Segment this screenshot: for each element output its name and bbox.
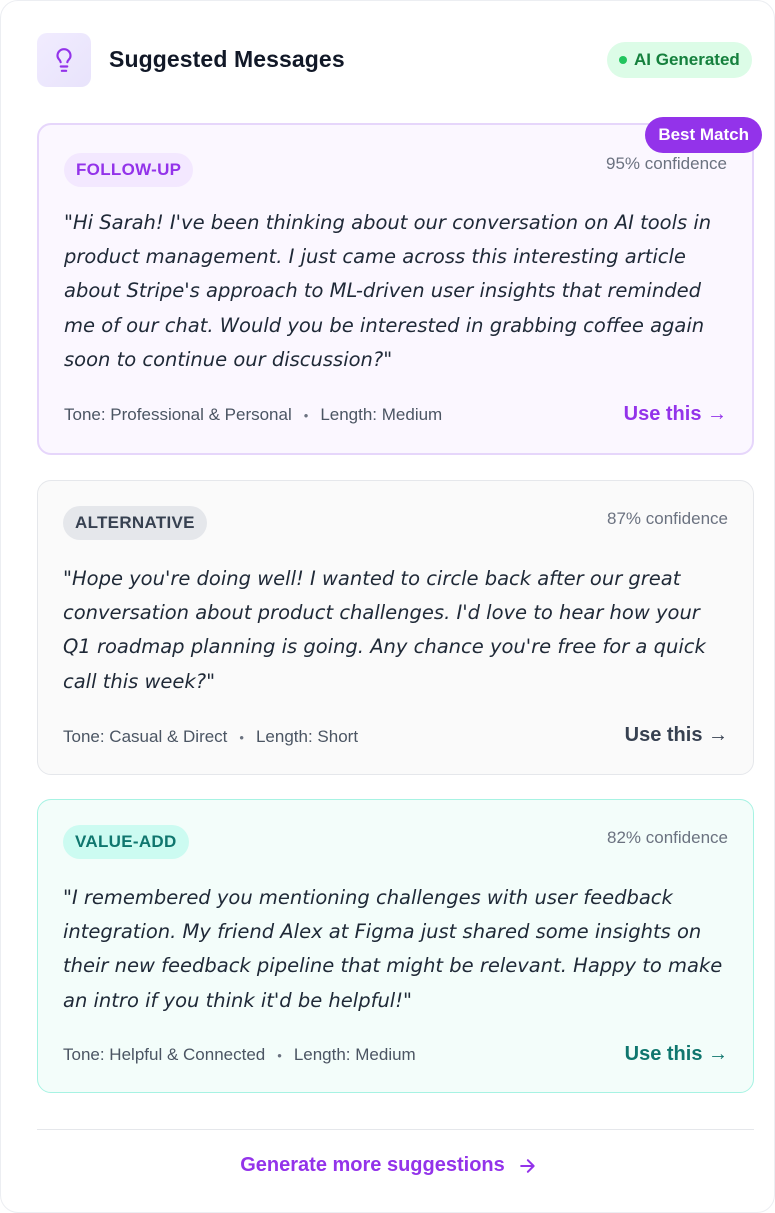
generate-more-button[interactable]: Generate more suggestions [1, 1154, 775, 1177]
use-this-button[interactable]: Use this → [624, 403, 727, 426]
length-label: Length: Short [255, 727, 359, 746]
confidence-score: 82% confidence [607, 828, 728, 847]
tone-label: Tone: Casual & Direct [63, 727, 228, 746]
suggestion-meta: Tone: Helpful & Connected • Length: Medi… [63, 1045, 416, 1065]
separator-dot: • [277, 1047, 282, 1063]
suggestion-meta: Tone: Casual & Direct • Length: Short [63, 727, 358, 747]
suggestion-card-follow-up: Best Match FOLLOW-UP 95% confidence "Hi … [37, 117, 762, 455]
separator-dot: • [303, 407, 309, 423]
suggestion-message: "I remembered you mentioning challenges … [63, 886, 723, 1012]
suggestion-message: "Hi Sarah! I've been thinking about our … [64, 211, 712, 371]
footer-divider [37, 1129, 754, 1130]
ai-generated-badge: AI Generated [607, 42, 752, 78]
length-label: Length: Medium [293, 1045, 416, 1064]
confidence-score: 87% confidence [607, 509, 728, 528]
tone-label: Tone: Helpful & Connected [63, 1045, 266, 1064]
suggestion-tag: VALUE-ADD [63, 825, 189, 859]
suggestion-meta: Tone: Professional & Personal • Length: … [64, 405, 442, 425]
lightbulb-icon-tile [37, 33, 91, 87]
use-this-button[interactable]: Use this → [625, 724, 728, 747]
confidence-score: 95% confidence [606, 154, 727, 173]
tone-label: Tone: Professional & Personal [64, 405, 292, 424]
panel-title: Suggested Messages [109, 46, 345, 72]
suggestion-tag: FOLLOW-UP [64, 153, 194, 187]
generate-more-label: Generate more suggestions [240, 1154, 505, 1176]
status-dot-icon [619, 56, 627, 64]
lightbulb-icon [56, 48, 72, 72]
suggestion-tag: ALTERNATIVE [63, 506, 207, 540]
use-this-button[interactable]: Use this → [625, 1043, 728, 1066]
ai-generated-label: AI Generated [634, 50, 740, 69]
arrow-right-icon [519, 1158, 535, 1173]
suggestion-card-value-add: VALUE-ADD 82% confidence "I remembered y… [37, 799, 754, 1093]
separator-dot: • [239, 729, 244, 745]
length-label: Length: Medium [320, 405, 443, 424]
suggestion-card-alternative: ALTERNATIVE 87% confidence "Hope you're … [37, 480, 754, 775]
best-match-badge: Best Match [645, 117, 762, 153]
suggestion-message: "Hope you're doing well! I wanted to cir… [63, 567, 706, 693]
suggested-messages-panel: Suggested Messages AI Generated Best Mat… [0, 0, 775, 1213]
